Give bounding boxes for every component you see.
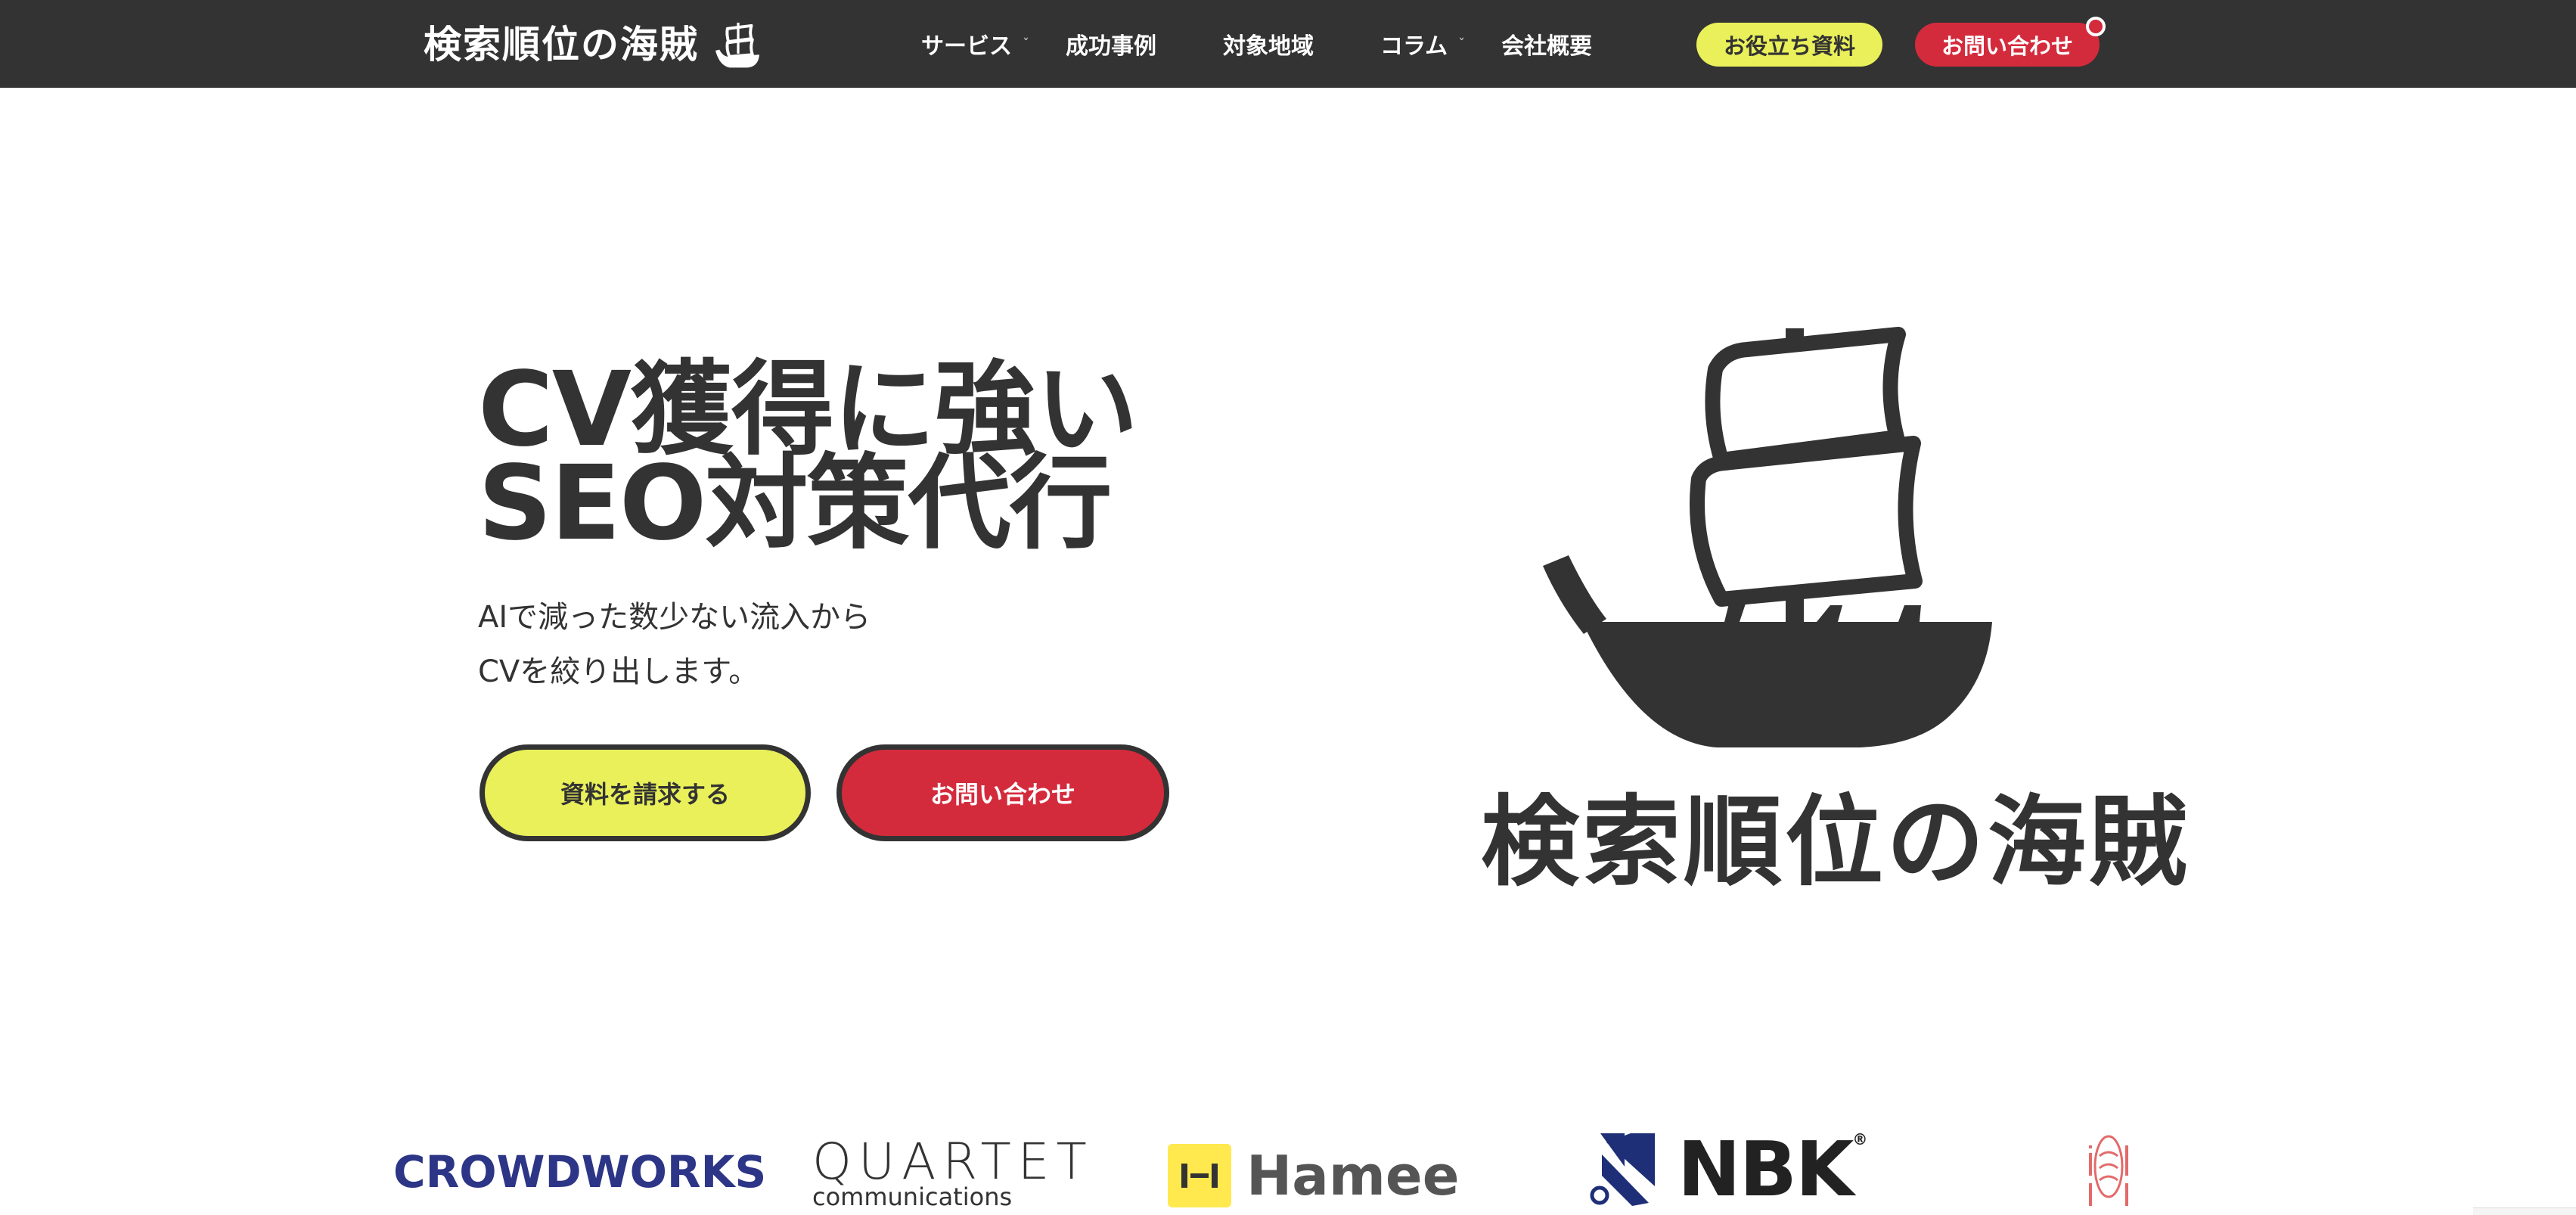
nav-item-label: サービス xyxy=(921,33,1012,60)
chevron-down-icon: ˇ xyxy=(1458,36,1466,52)
floating-widget-edge[interactable] xyxy=(2473,1207,2576,1215)
red-seal-logo xyxy=(2089,1135,2128,1206)
quartet-logo-main: QUARTET xyxy=(812,1133,1094,1191)
nbk-mark-icon xyxy=(1590,1133,1655,1206)
ship-icon xyxy=(715,22,760,68)
hero-brand-name: 検索順位の海賊 xyxy=(1481,785,2191,900)
page: 検索順位の海賊 サービス ˇ 成功事例 対象地域 コラム ˇ 会社概要 お役立ち… xyxy=(0,0,2576,1215)
nav-item-label: コラム xyxy=(1380,33,1448,60)
hero-title-line: SEO対策代行 xyxy=(478,444,1112,564)
header-contact-button[interactable]: お問い合わせ xyxy=(1915,23,2100,67)
hero-contact-button[interactable]: お問い合わせ xyxy=(836,744,1169,841)
nav-item-label: 対象地域 xyxy=(1223,33,1314,60)
quartet-logo: QUARTET communications xyxy=(812,1133,1094,1211)
hamee-logo-text: Hamee xyxy=(1246,1144,1460,1207)
chevron-down-icon: ˇ xyxy=(1023,36,1029,52)
nav-item-column[interactable]: コラム ˇ xyxy=(1380,27,1465,61)
resources-button[interactable]: お役立ち資料 xyxy=(1696,23,1882,67)
nav-item-label: 会社概要 xyxy=(1501,33,1593,60)
brand-logo-link[interactable]: 検索順位の海賊 xyxy=(424,18,762,71)
nav-item-company[interactable]: 会社概要 xyxy=(1501,27,1592,61)
nav-item-case-studies[interactable]: 成功事例 xyxy=(1066,27,1156,61)
nbk-logo: NBK® xyxy=(1587,1130,1867,1207)
hero-subtitle-line: CVを絞り出します。 xyxy=(478,654,759,689)
hero-subtitle-line: AIで減った数少ない流入から xyxy=(478,600,871,635)
ship-icon xyxy=(1543,327,1992,747)
main-nav: サービス ˇ 成功事例 対象地域 コラム ˇ 会社概要 xyxy=(921,0,1592,88)
hamee-logo: Hamee xyxy=(1168,1144,1460,1207)
hamee-mark-icon xyxy=(1168,1144,1231,1207)
request-materials-button[interactable]: 資料を請求する xyxy=(480,744,811,841)
nbk-logo-name: NBK xyxy=(1678,1125,1854,1213)
nbk-registered-mark: ® xyxy=(1852,1130,1867,1148)
hero-title-line: CV獲得に強い xyxy=(478,350,1138,470)
nav-item-regions[interactable]: 対象地域 xyxy=(1223,27,1314,61)
nav-item-services[interactable]: サービス ˇ xyxy=(921,27,1029,61)
crowdworks-logo: CROWDWORKS xyxy=(393,1146,767,1198)
quartet-logo-sub: communications xyxy=(812,1182,1013,1211)
notification-dot xyxy=(2086,17,2106,36)
nbk-logo-text: NBK® xyxy=(1678,1130,1867,1207)
brand-name: 検索順位の海賊 xyxy=(424,23,699,67)
nav-item-label: 成功事例 xyxy=(1066,33,1156,60)
hero-title: CV獲得に強い SEO対策代行 xyxy=(478,350,1159,564)
hero-subtitle: AIで減った数少ない流入から CVを絞り出します。 xyxy=(478,590,871,699)
site-header: 検索順位の海賊 サービス ˇ 成功事例 対象地域 コラム ˇ 会社概要 お役立ち… xyxy=(0,0,2576,88)
